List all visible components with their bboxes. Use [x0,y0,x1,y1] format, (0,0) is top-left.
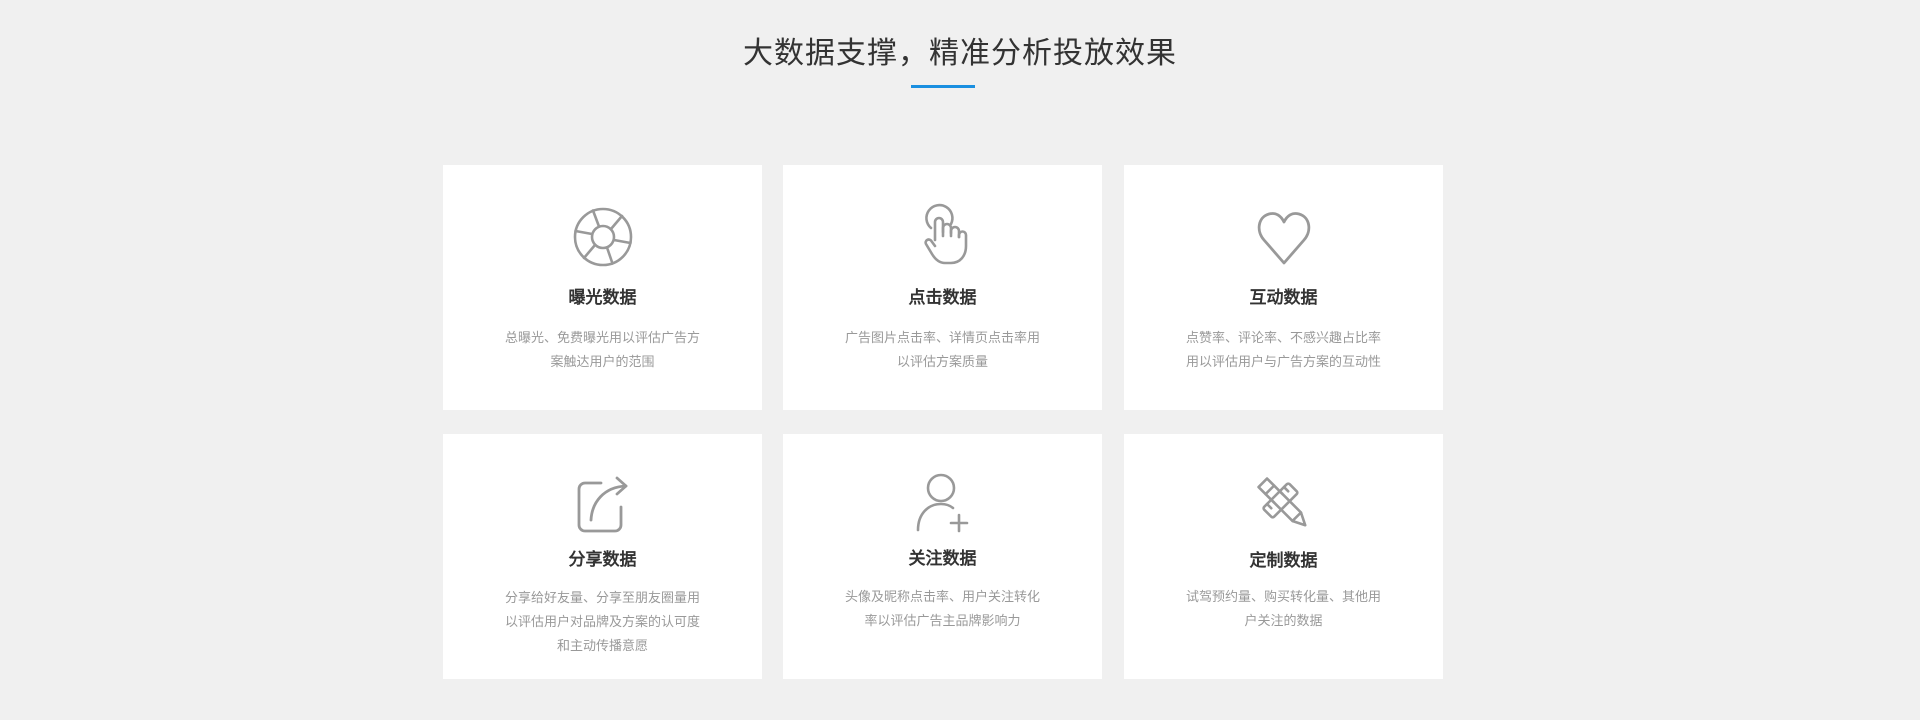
card-description-line: 和主动传播意愿 [556,639,648,654]
pointer-hand-icon [911,202,975,266]
card-share-data[interactable]: 分享数据 分享给好友量、分享至朋友圈量用 以评估用户对品牌及方案的认可度 和主动… [443,434,762,679]
card-description-line: 试驾预约量、购买转化量、其他用 [1185,590,1381,605]
card-interaction-data[interactable]: 互动数据 点赞率、评论率、不感兴趣占比率 用以评估用户与广告方案的互动性 [1124,165,1443,410]
card-description-line: 户关注的数据 [1244,614,1323,629]
section-title: 大数据支撑，精准分析投放效果 [743,36,1177,71]
card-description: 总曝光、免费曝光用以评估广告方 案触达用户的范围 [443,327,762,375]
title-underline [911,85,975,88]
card-description-line: 总曝光、免费曝光用以评估广告方 [504,331,700,346]
share-icon [571,472,635,536]
card-description-line: 用以评估用户与广告方案的互动性 [1185,355,1381,370]
card-description-line: 分享给好友量、分享至朋友圈量用 [504,591,700,606]
card-description: 点赞率、评论率、不感兴趣占比率 用以评估用户与广告方案的互动性 [1124,327,1443,375]
card-description: 试驾预约量、购买转化量、其他用 户关注的数据 [1124,586,1443,634]
card-description: 分享给好友量、分享至朋友圈量用 以评估用户对品牌及方案的认可度 和主动传播意愿 [443,587,762,659]
card-exposure-data[interactable]: 曝光数据 总曝光、免费曝光用以评估广告方 案触达用户的范围 [443,165,762,410]
card-follow-data[interactable]: 关注数据 头像及昵称点击率、用户关注转化 率以评估广告主品牌影响力 [783,434,1102,679]
card-description: 广告图片点击率、详情页点击率用 以评估方案质量 [783,327,1102,375]
card-title: 定制数据 [1249,551,1318,571]
card-description-line: 案触达用户的范围 [550,355,655,370]
card-custom-data[interactable]: 定制数据 试驾预约量、购买转化量、其他用 户关注的数据 [1124,434,1443,679]
card-description-line: 以评估方案质量 [896,355,988,370]
user-add-icon [911,471,975,535]
aperture-icon [571,205,635,269]
card-title: 分享数据 [568,550,637,570]
card-title: 曝光数据 [568,288,637,308]
card-description-line: 率以评估广告主品牌影响力 [864,614,1021,629]
card-description-line: 广告图片点击率、详情页点击率用 [844,331,1040,346]
heart-icon [1252,205,1316,269]
card-title: 点击数据 [908,288,977,308]
card-description: 头像及昵称点击率、用户关注转化 率以评估广告主品牌影响力 [783,586,1102,634]
card-click-data[interactable]: 点击数据 广告图片点击率、详情页点击率用 以评估方案质量 [783,165,1102,410]
card-title: 关注数据 [908,549,977,569]
card-description-line: 点赞率、评论率、不感兴趣占比率 [1185,331,1381,346]
card-description-line: 以评估用户对品牌及方案的认可度 [504,615,700,630]
pencil-ruler-icon [1252,472,1316,536]
card-title: 互动数据 [1249,288,1318,308]
card-description-line: 头像及昵称点击率、用户关注转化 [844,590,1040,605]
